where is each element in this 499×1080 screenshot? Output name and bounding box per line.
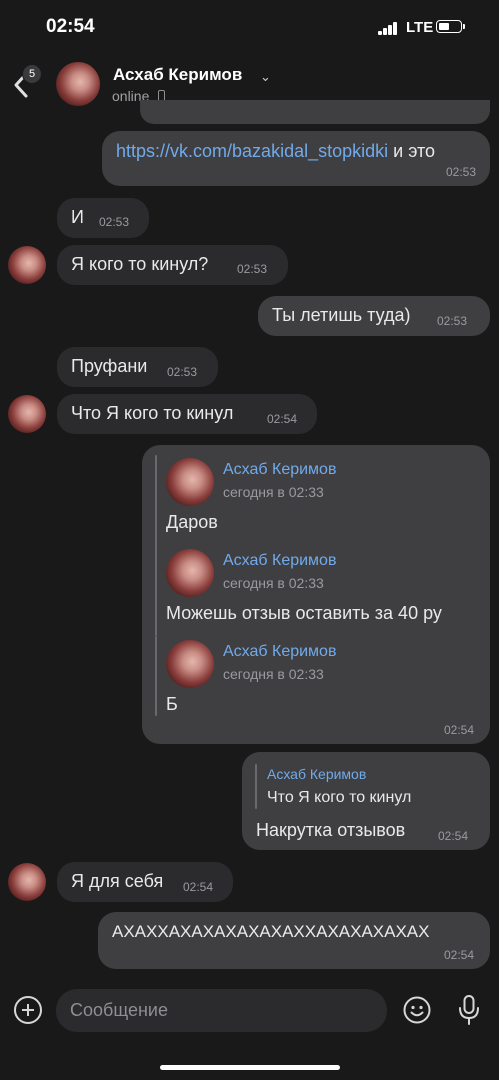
sender-avatar[interactable]	[8, 246, 46, 284]
message-time: 02:53	[99, 215, 130, 229]
message-text: Пруфани	[71, 356, 148, 376]
message-bubble[interactable]: Я кого то кинул? 02:53	[57, 245, 288, 285]
message-bubble[interactable]: Что Я кого то кинул 02:54	[57, 394, 317, 434]
home-indicator	[160, 1065, 340, 1070]
forward-sender[interactable]: Асхаб Керимов	[223, 461, 336, 479]
message-text: https://vk.com/bazakidal_stopkidki и это	[116, 141, 435, 162]
message-bubble[interactable]: Ты летишь туда) 02:53	[258, 296, 490, 336]
reply-message-bubble[interactable]: Асхаб Керимов Что Я кого то кинул Накрут…	[242, 752, 490, 850]
message-bubble[interactable]: АХАХХАХАХАХАХАХАХХАХАХАХАХАХ 02:54	[98, 912, 490, 969]
forward-sender[interactable]: Асхаб Керимов	[223, 552, 336, 570]
message-time: 02:54	[443, 723, 474, 737]
forwarded-messages-bubble[interactable]: Асхаб Керимов сегодня в 02:33 Даров Асха…	[142, 445, 490, 744]
message-text: Накрутка отзывов	[256, 820, 406, 840]
forward-sender[interactable]: Асхаб Керимов	[223, 643, 336, 661]
message-bubble[interactable]: И 02:53	[57, 198, 149, 238]
sender-avatar[interactable]	[8, 395, 46, 433]
forward-avatar[interactable]	[166, 458, 214, 506]
forward-date: сегодня в 02:33	[223, 575, 324, 591]
forward-line	[155, 455, 157, 548]
battery-icon	[436, 20, 462, 33]
message-time: 02:53	[167, 365, 198, 379]
message-bubble[interactable]: Пруфани 02:53	[57, 347, 218, 387]
message-time: 02:53	[237, 262, 268, 276]
reply-quote[interactable]: Что Я кого то кинул	[267, 789, 411, 807]
message-text: АХАХХАХАХАХАХАХАХХАХАХАХАХАХ	[112, 922, 430, 941]
message-text-suffix: и это	[388, 141, 436, 161]
forward-text: Даров	[166, 512, 218, 532]
forward-text: Б	[166, 694, 178, 714]
network-type: LTE	[406, 19, 434, 36]
emoji-icon[interactable]	[403, 996, 431, 1024]
message-link[interactable]: https://vk.com/bazakidal_stopkidki	[116, 141, 388, 161]
message-text: И	[71, 207, 84, 227]
status-time: 02:54	[46, 16, 95, 37]
sender-avatar[interactable]	[8, 863, 46, 901]
chat-title[interactable]: Асхаб Керимов	[113, 65, 242, 85]
reply-sender[interactable]: Асхаб Керимов	[267, 766, 366, 782]
message-text: Я кого то кинул?	[71, 254, 209, 274]
message-time: 02:53	[445, 165, 476, 179]
attach-plus-icon[interactable]	[14, 996, 42, 1024]
message-time: 02:54	[267, 412, 298, 426]
message-bubble-partial	[140, 100, 490, 124]
message-time: 02:53	[437, 314, 468, 328]
avatar[interactable]	[56, 62, 100, 106]
message-input[interactable]: Сообщение	[56, 989, 387, 1032]
unread-badge: 5	[22, 64, 42, 84]
forward-avatar[interactable]	[166, 549, 214, 597]
message-text: Что Я кого то кинул	[71, 403, 234, 423]
chevron-down-icon[interactable]: ⌄	[260, 69, 271, 85]
forward-date: сегодня в 02:33	[223, 666, 324, 682]
forward-text: Можешь отзыв оставить за 40 ру	[166, 603, 442, 623]
message-input-placeholder: Сообщение	[70, 1000, 168, 1020]
forward-date: сегодня в 02:33	[223, 484, 324, 500]
forward-line	[155, 546, 157, 636]
microphone-icon[interactable]	[456, 994, 482, 1026]
reply-line	[255, 764, 257, 809]
signal-icon	[378, 21, 400, 35]
message-time: 02:54	[438, 829, 469, 843]
message-time: 02:54	[443, 948, 474, 962]
message-time: 02:54	[183, 880, 214, 894]
message-text: Я для себя	[71, 871, 164, 891]
message-bubble[interactable]: https://vk.com/bazakidal_stopkidki и это…	[102, 131, 490, 186]
message-text: Ты летишь туда)	[272, 305, 411, 325]
message-bubble[interactable]: Я для себя 02:54	[57, 862, 233, 902]
battery-tip	[463, 24, 465, 29]
forward-avatar[interactable]	[166, 640, 214, 688]
forward-line	[155, 636, 157, 716]
